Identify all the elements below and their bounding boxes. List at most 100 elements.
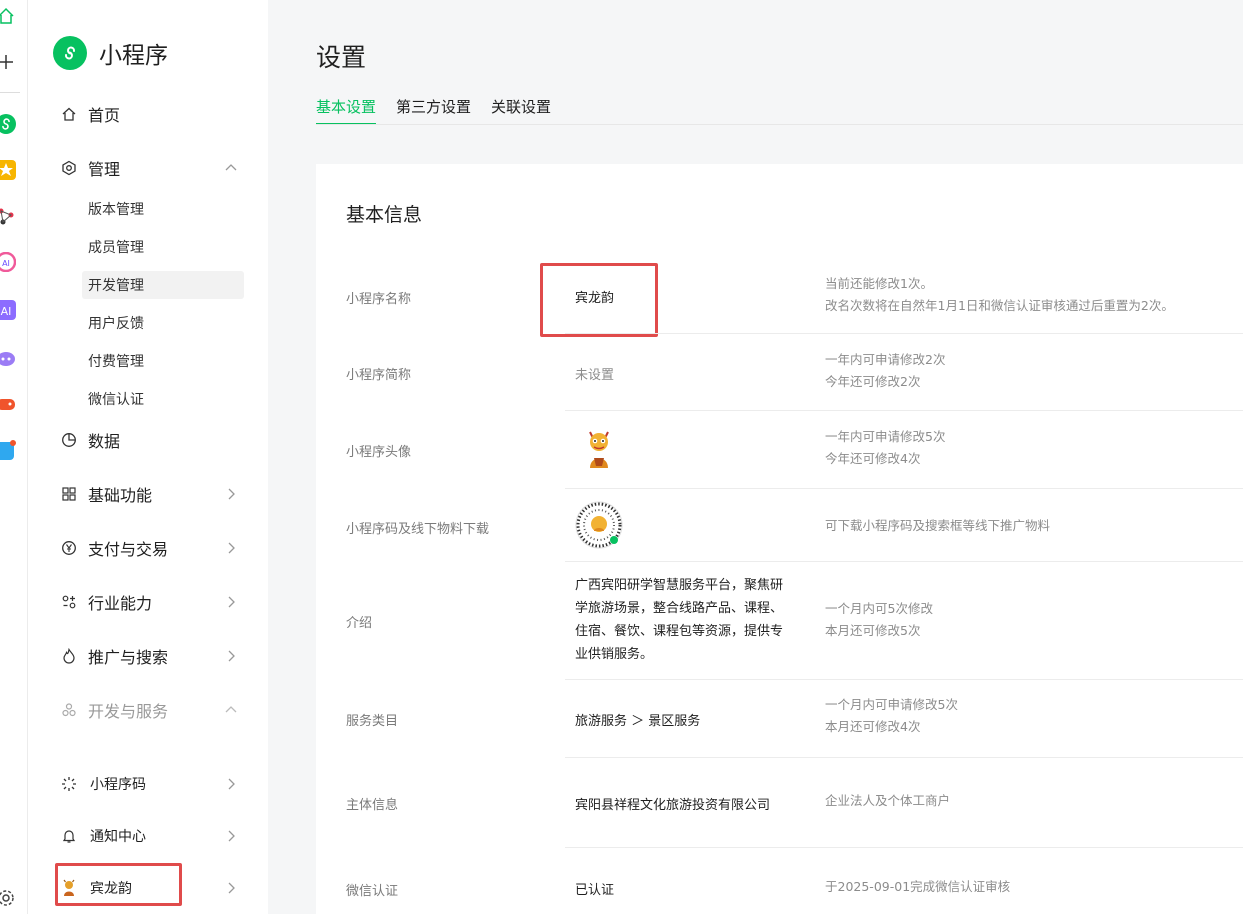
qrcode-icon — [60, 775, 78, 793]
row-category: 服务类目 旅游服务 ＞ 景区服务 一个月内可申请修改5次 本月还可修改4次 — [316, 680, 1243, 757]
chevron-up-icon[interactable] — [222, 159, 240, 177]
miniprogram-code-image[interactable] — [575, 501, 623, 549]
sidebar-item-label: 开发与服务 — [88, 702, 169, 721]
row-intro: 介绍 广西宾阳研学智慧服务平台，聚焦研 学旅游场景，整合线路产品、课程、 住宿、… — [316, 562, 1243, 679]
row-note: 一个月内可申请修改5次 本月还可修改4次 — [825, 694, 958, 738]
home-icon[interactable] — [0, 6, 16, 26]
row-avatar: 小程序头像 一年内可申请修改5次 今年还可修改4次 — [316, 411, 1243, 488]
sidebar-item-notify[interactable]: 通知中心 — [60, 822, 240, 850]
note-line: 今年还可修改2次 — [825, 374, 921, 389]
star-app-icon[interactable] — [0, 160, 16, 180]
brand[interactable]: 小程序 — [53, 36, 168, 70]
network-app-icon[interactable] — [0, 206, 16, 226]
chevron-right-icon[interactable] — [222, 879, 240, 897]
chevron-right-icon[interactable] — [222, 593, 240, 611]
tab-related[interactable]: 关联设置 — [491, 96, 551, 125]
sidebar-item-qrcode[interactable]: 小程序码 — [60, 770, 240, 798]
chevron-right-icon[interactable] — [222, 485, 240, 503]
sidebar-item-label: 数据 — [88, 432, 121, 451]
sidebar-subitem-version[interactable]: 版本管理 — [82, 195, 244, 223]
note-line: 本月还可修改4次 — [825, 719, 921, 734]
note-line: 于2025-09-01完成微信认证审核 — [825, 879, 1011, 894]
sidebar-item-manage[interactable]: 管理 — [60, 154, 240, 182]
row-note: 企业法人及个体工商户 — [825, 790, 950, 812]
sidebar-item-label: 通知中心 — [90, 829, 146, 845]
sidebar-item-label: 小程序码 — [90, 777, 146, 793]
sidebar-item-basic[interactable]: 基础功能 — [60, 480, 240, 508]
intro-text: 广西宾阳研学智慧服务平台，聚焦研 学旅游场景，整合线路产品、课程、 住宿、餐饮、… — [575, 574, 810, 666]
row-name: 小程序名称 宾龙韵 当前还能修改1次。 改名次数将在自然年1月1日和微信认证审核… — [316, 260, 1243, 337]
verify-status: 已认证 — [575, 883, 615, 898]
svg-text:AI: AI — [1, 305, 12, 318]
grid-icon — [60, 485, 78, 503]
sidebar-item-label: 行业能力 — [88, 594, 153, 613]
chevron-right-icon[interactable] — [222, 775, 240, 793]
sidebar: 小程序 首页 管理 版本管理 成员管理 开发管理 用户反馈 付费管理 微信认证 … — [28, 0, 268, 914]
note-line: 一年内可申请修改5次 — [825, 429, 946, 444]
row-label: 小程序名称 — [346, 292, 412, 307]
note-line: 本月还可修改5次 — [825, 623, 921, 638]
highlight-box — [55, 863, 182, 906]
plus-icon[interactable] — [0, 52, 16, 72]
chevron-right-icon[interactable] — [222, 827, 240, 845]
intro-line: 广西宾阳研学智慧服务平台，聚焦研 — [575, 578, 784, 593]
chevron-up-icon[interactable] — [222, 701, 240, 719]
ai-ring-app-icon[interactable]: AI — [0, 252, 16, 272]
sidebar-item-data[interactable]: 数据 — [60, 426, 240, 454]
intro-line: 住宿、餐饮、课程包等资源，提供专 — [575, 624, 784, 639]
manage-icon — [60, 159, 78, 177]
tab-third-party[interactable]: 第三方设置 — [396, 96, 471, 125]
gear-icon[interactable] — [0, 888, 16, 908]
row-subject: 主体信息 宾阳县祥程文化旅游投资有限公司 企业法人及个体工商户 — [316, 758, 1243, 847]
sidebar-item-pay[interactable]: 支付与交易 — [60, 534, 240, 562]
row-short-name: 小程序简称 未设置 一年内可申请修改2次 今年还可修改2次 — [316, 334, 1243, 410]
sidebar-subitem-feedback[interactable]: 用户反馈 — [82, 309, 244, 337]
note-line: 一年内可申请修改2次 — [825, 352, 946, 367]
sidebar-subitem-dev[interactable]: 开发管理 — [82, 271, 244, 299]
miniprogram-logo-icon — [53, 36, 87, 70]
row-label: 小程序简称 — [346, 368, 412, 383]
row-note: 一年内可申请修改2次 今年还可修改2次 — [825, 349, 945, 393]
industry-icon — [60, 593, 78, 611]
sidebar-subitem-wechat-verify[interactable]: 微信认证 — [82, 385, 244, 413]
sidebar-item-industry[interactable]: 行业能力 — [60, 588, 240, 616]
category-value: 旅游服务 ＞ 景区服务 — [575, 714, 701, 729]
main-content: 设置 基本设置 第三方设置 关联设置 基本信息 小程序名称 宾龙韵 当前还能修改… — [268, 0, 1243, 914]
row-note: 可下载小程序码及搜索框等线下推广物料 — [825, 515, 1050, 537]
note-line: 一个月内可申请修改5次 — [825, 697, 958, 712]
tool-app-icon[interactable] — [0, 440, 16, 460]
intro-line: 业供销服务。 — [575, 647, 654, 662]
sidebar-item-home[interactable]: 首页 — [60, 100, 240, 128]
sidebar-item-devservice[interactable]: 开发与服务 — [60, 696, 240, 724]
sidebar-item-label: 支付与交易 — [88, 540, 169, 559]
game-app-icon[interactable] — [0, 394, 16, 414]
pie-chart-icon — [60, 431, 78, 449]
sidebar-subitem-payment[interactable]: 付费管理 — [82, 347, 244, 375]
sidebar-subitem-members[interactable]: 成员管理 — [82, 233, 244, 261]
app-rail: AI AI — [0, 0, 28, 914]
sidebar-item-label: 管理 — [88, 160, 121, 179]
row-verify: 微信认证 已认证 于2025-09-01完成微信认证审核 — [316, 848, 1243, 914]
chevron-right-icon[interactable] — [222, 647, 240, 665]
row-note: 于2025-09-01完成微信认证审核 — [825, 876, 1010, 898]
bot-app-icon[interactable] — [0, 348, 16, 368]
sidebar-item-promote[interactable]: 推广与搜索 — [60, 642, 240, 670]
row-note: 当前还能修改1次。 改名次数将在自然年1月1日和微信认证审核通过后重置为2次。 — [825, 273, 1174, 317]
sidebar-item-label: 首页 — [88, 106, 121, 125]
rail-divider — [0, 92, 20, 93]
settings-tabs: 基本设置 第三方设置 关联设置 — [316, 96, 571, 125]
basic-info-card: 基本信息 小程序名称 宾龙韵 当前还能修改1次。 改名次数将在自然年1月1日和微… — [316, 164, 1243, 914]
miniprogram-app-icon[interactable] — [0, 114, 16, 134]
sidebar-item-label: 推广与搜索 — [88, 648, 169, 667]
highlight-box — [540, 263, 658, 337]
chevron-right-icon[interactable] — [222, 539, 240, 557]
tab-divider — [316, 124, 1243, 125]
note-line: 可下载小程序码及搜索框等线下推广物料 — [825, 518, 1051, 533]
bell-icon — [60, 827, 78, 845]
row-label: 小程序码及线下物料下载 — [346, 522, 490, 537]
ai-app-icon[interactable]: AI — [0, 300, 16, 320]
dragon-avatar-image[interactable] — [582, 428, 616, 470]
tab-basic[interactable]: 基本设置 — [316, 96, 377, 125]
svg-text:AI: AI — [2, 259, 10, 268]
row-code: 小程序码及线下物料下载 可下载小程序码及搜索框等线下推广物料 — [316, 489, 1243, 561]
